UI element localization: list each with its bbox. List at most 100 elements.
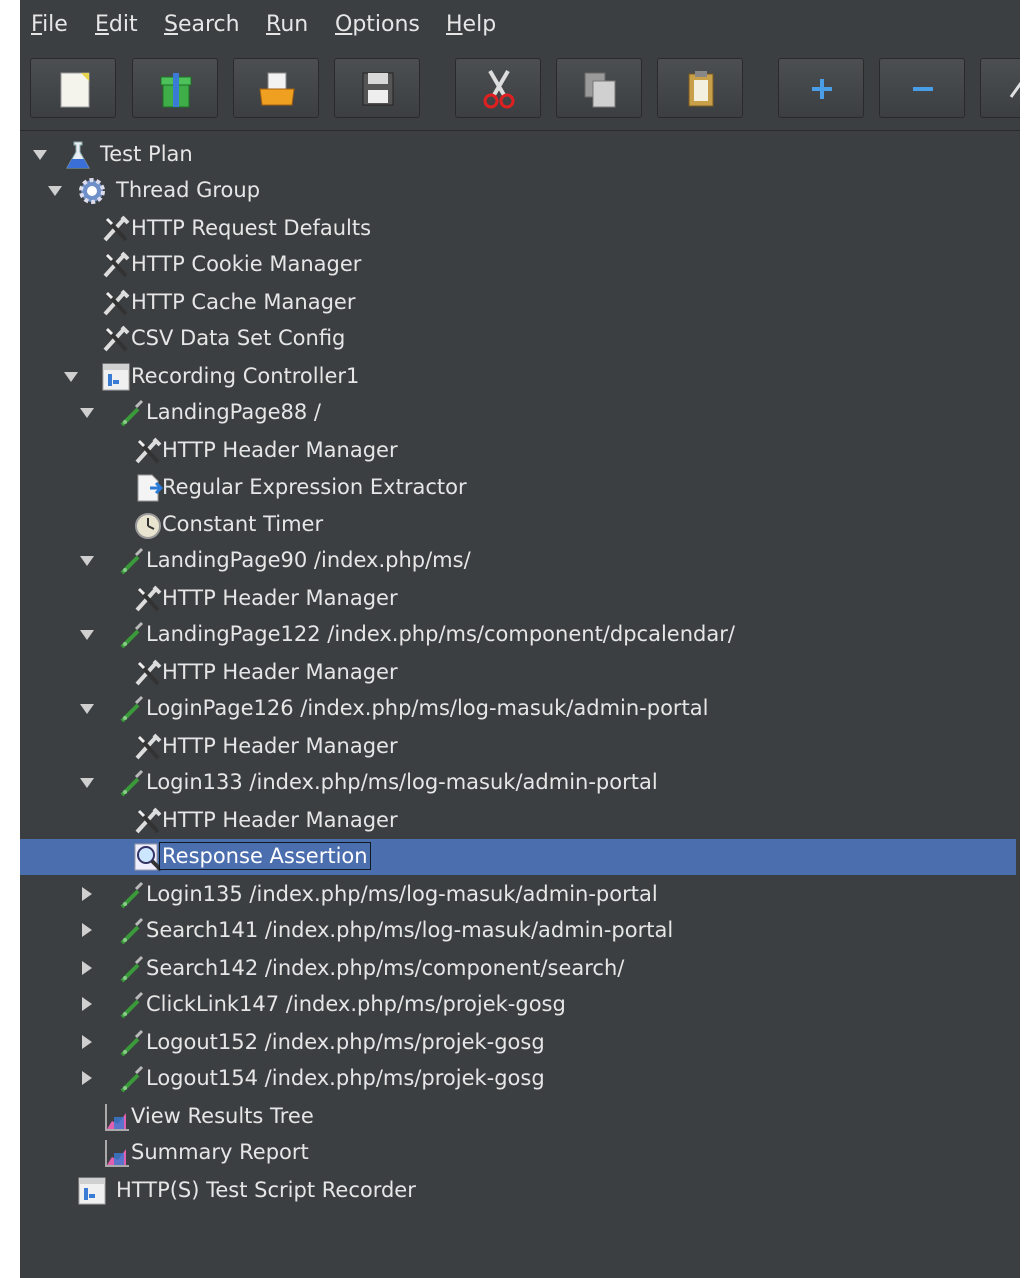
tree-node[interactable]: Test Plan xyxy=(20,137,1016,173)
expand-all-button[interactable] xyxy=(778,58,864,118)
menu-help[interactable]: Help xyxy=(446,12,496,37)
sampler-icon xyxy=(116,879,148,911)
collapse-toggle-icon[interactable] xyxy=(79,884,95,904)
tree-node-label: LandingPage88 / xyxy=(146,400,321,424)
save-button[interactable] xyxy=(334,58,420,118)
new-icon xyxy=(60,72,90,108)
tree-node[interactable]: HTTP Header Manager xyxy=(20,803,1016,839)
tree-node-label: Search142 /index.php/ms/component/search… xyxy=(146,956,625,980)
expand-toggle-icon[interactable] xyxy=(79,402,95,422)
tree-node[interactable]: HTTP Cache Manager xyxy=(20,285,1016,321)
menu-options[interactable]: Options xyxy=(335,12,420,37)
collapse-toggle-icon[interactable] xyxy=(79,958,95,978)
tree-node[interactable]: Login135 /index.php/ms/log-masuk/admin-p… xyxy=(20,877,1016,913)
expand-toggle-icon[interactable] xyxy=(79,624,95,644)
copy-icon xyxy=(584,72,616,108)
tree-node[interactable]: Summary Report xyxy=(20,1135,1016,1171)
tree-node-label: HTTP Cookie Manager xyxy=(131,252,362,276)
tree-node[interactable]: HTTP Header Manager xyxy=(20,655,1016,691)
tree-node[interactable]: HTTP Request Defaults xyxy=(20,211,1016,247)
config-icon xyxy=(100,287,132,319)
tree-node-label: Recording Controller1 xyxy=(131,364,360,388)
tree-node[interactable]: Logout154 /index.php/ms/projek-gosg xyxy=(20,1061,1016,1097)
config-icon xyxy=(132,805,164,837)
listener-icon xyxy=(100,1137,132,1169)
tree-node[interactable]: HTTP(S) Test Script Recorder xyxy=(20,1173,1016,1209)
config-icon xyxy=(132,435,164,467)
tree-node-label: CSV Data Set Config xyxy=(131,326,346,350)
collapse-toggle-icon[interactable] xyxy=(79,994,95,1014)
tree-node-label: Logout152 /index.php/ms/projek-gosg xyxy=(146,1030,545,1054)
templates-icon xyxy=(160,73,192,108)
tree-node-label: Thread Group xyxy=(116,178,261,202)
new-button[interactable] xyxy=(30,58,116,118)
toggle-button[interactable] xyxy=(980,58,1020,118)
tree-node[interactable]: Constant Timer xyxy=(20,507,1016,543)
tree-node[interactable]: CSV Data Set Config xyxy=(20,321,1016,357)
copy-button[interactable] xyxy=(556,58,642,118)
sampler-icon xyxy=(116,915,148,947)
tree-node[interactable]: Regular Expression Extractor xyxy=(20,470,1016,506)
tree-node-label: ClickLink147 /index.php/ms/projek-gosg xyxy=(146,992,566,1016)
expand-toggle-icon[interactable] xyxy=(32,144,48,164)
tree-node-label: HTTP Cache Manager xyxy=(131,290,356,314)
expand-toggle-icon[interactable] xyxy=(79,772,95,792)
expand-toggle-icon[interactable] xyxy=(47,180,63,200)
tree-node[interactable]: HTTP Cookie Manager xyxy=(20,247,1016,283)
expand-icon xyxy=(812,79,832,99)
sampler-icon xyxy=(116,953,148,985)
tree-node-label: Constant Timer xyxy=(162,512,324,536)
collapse-toggle-icon[interactable] xyxy=(79,1032,95,1052)
config-icon xyxy=(132,731,164,763)
collapse-toggle-icon[interactable] xyxy=(79,920,95,940)
cut-button[interactable] xyxy=(455,58,541,118)
tree-node[interactable]: Login133 /index.php/ms/log-masuk/admin-p… xyxy=(20,765,1016,801)
paste-icon xyxy=(688,71,714,107)
templates-button[interactable] xyxy=(132,58,218,118)
config-icon xyxy=(100,213,132,245)
tree-node[interactable]: HTTP Header Manager xyxy=(20,433,1016,469)
tree-node-label: HTTP Header Manager xyxy=(162,734,398,758)
tree-node[interactable]: HTTP Header Manager xyxy=(20,581,1016,617)
gear-icon xyxy=(76,175,108,207)
menu-edit[interactable]: Edit xyxy=(95,12,138,37)
menu-file[interactable]: File xyxy=(31,12,68,37)
tree-node[interactable]: View Results Tree xyxy=(20,1099,1016,1135)
listener-icon xyxy=(100,1101,132,1133)
tree-node-label: Response Assertion xyxy=(159,842,371,870)
tree-node-label: Login133 /index.php/ms/log-masuk/admin-p… xyxy=(146,770,658,794)
tree-node[interactable]: Search142 /index.php/ms/component/search… xyxy=(20,951,1016,987)
tree-node[interactable]: HTTP Header Manager xyxy=(20,729,1016,765)
tree-node-label: Regular Expression Extractor xyxy=(162,475,467,499)
tree-node[interactable]: LoginPage126 /index.php/ms/log-masuk/adm… xyxy=(20,691,1016,727)
tree-node[interactable]: Response Assertion xyxy=(20,839,1016,875)
tree-node[interactable]: ClickLink147 /index.php/ms/projek-gosg xyxy=(20,987,1016,1023)
tree-node[interactable]: LandingPage90 /index.php/ms/ xyxy=(20,543,1016,579)
toggle-icon xyxy=(1009,82,1020,98)
menu-run[interactable]: Run xyxy=(266,12,308,37)
recorder-icon xyxy=(76,1175,108,1207)
tree-node[interactable]: LandingPage122 /index.php/ms/component/d… xyxy=(20,617,1016,653)
sampler-icon xyxy=(116,693,148,725)
open-button[interactable] xyxy=(233,58,319,118)
tree-node[interactable]: Recording Controller1 xyxy=(20,359,1016,395)
cut-icon xyxy=(483,69,515,109)
tree-node[interactable]: Search141 /index.php/ms/log-masuk/admin-… xyxy=(20,913,1016,949)
tree-node[interactable]: Logout152 /index.php/ms/projek-gosg xyxy=(20,1025,1016,1061)
expand-toggle-icon[interactable] xyxy=(79,550,95,570)
tree-node-label: HTTP Header Manager xyxy=(162,660,398,684)
tree-node-label: HTTP Request Defaults xyxy=(131,216,372,240)
expand-toggle-icon[interactable] xyxy=(63,366,79,386)
open-icon xyxy=(259,72,295,106)
expand-toggle-icon[interactable] xyxy=(79,698,95,718)
paste-button[interactable] xyxy=(657,58,743,118)
sampler-icon xyxy=(116,619,148,651)
sampler-icon xyxy=(116,1027,148,1059)
collapse-toggle-icon[interactable] xyxy=(79,1068,95,1088)
tree-node[interactable]: LandingPage88 / xyxy=(20,395,1016,431)
tree-node[interactable]: Thread Group xyxy=(20,173,1016,209)
config-icon xyxy=(132,583,164,615)
menu-search[interactable]: Search xyxy=(164,12,240,37)
collapse-all-button[interactable] xyxy=(879,58,965,118)
test-plan-tree: Test Plan Thread Group HTTP Request Defaul… xyxy=(20,133,1020,1273)
